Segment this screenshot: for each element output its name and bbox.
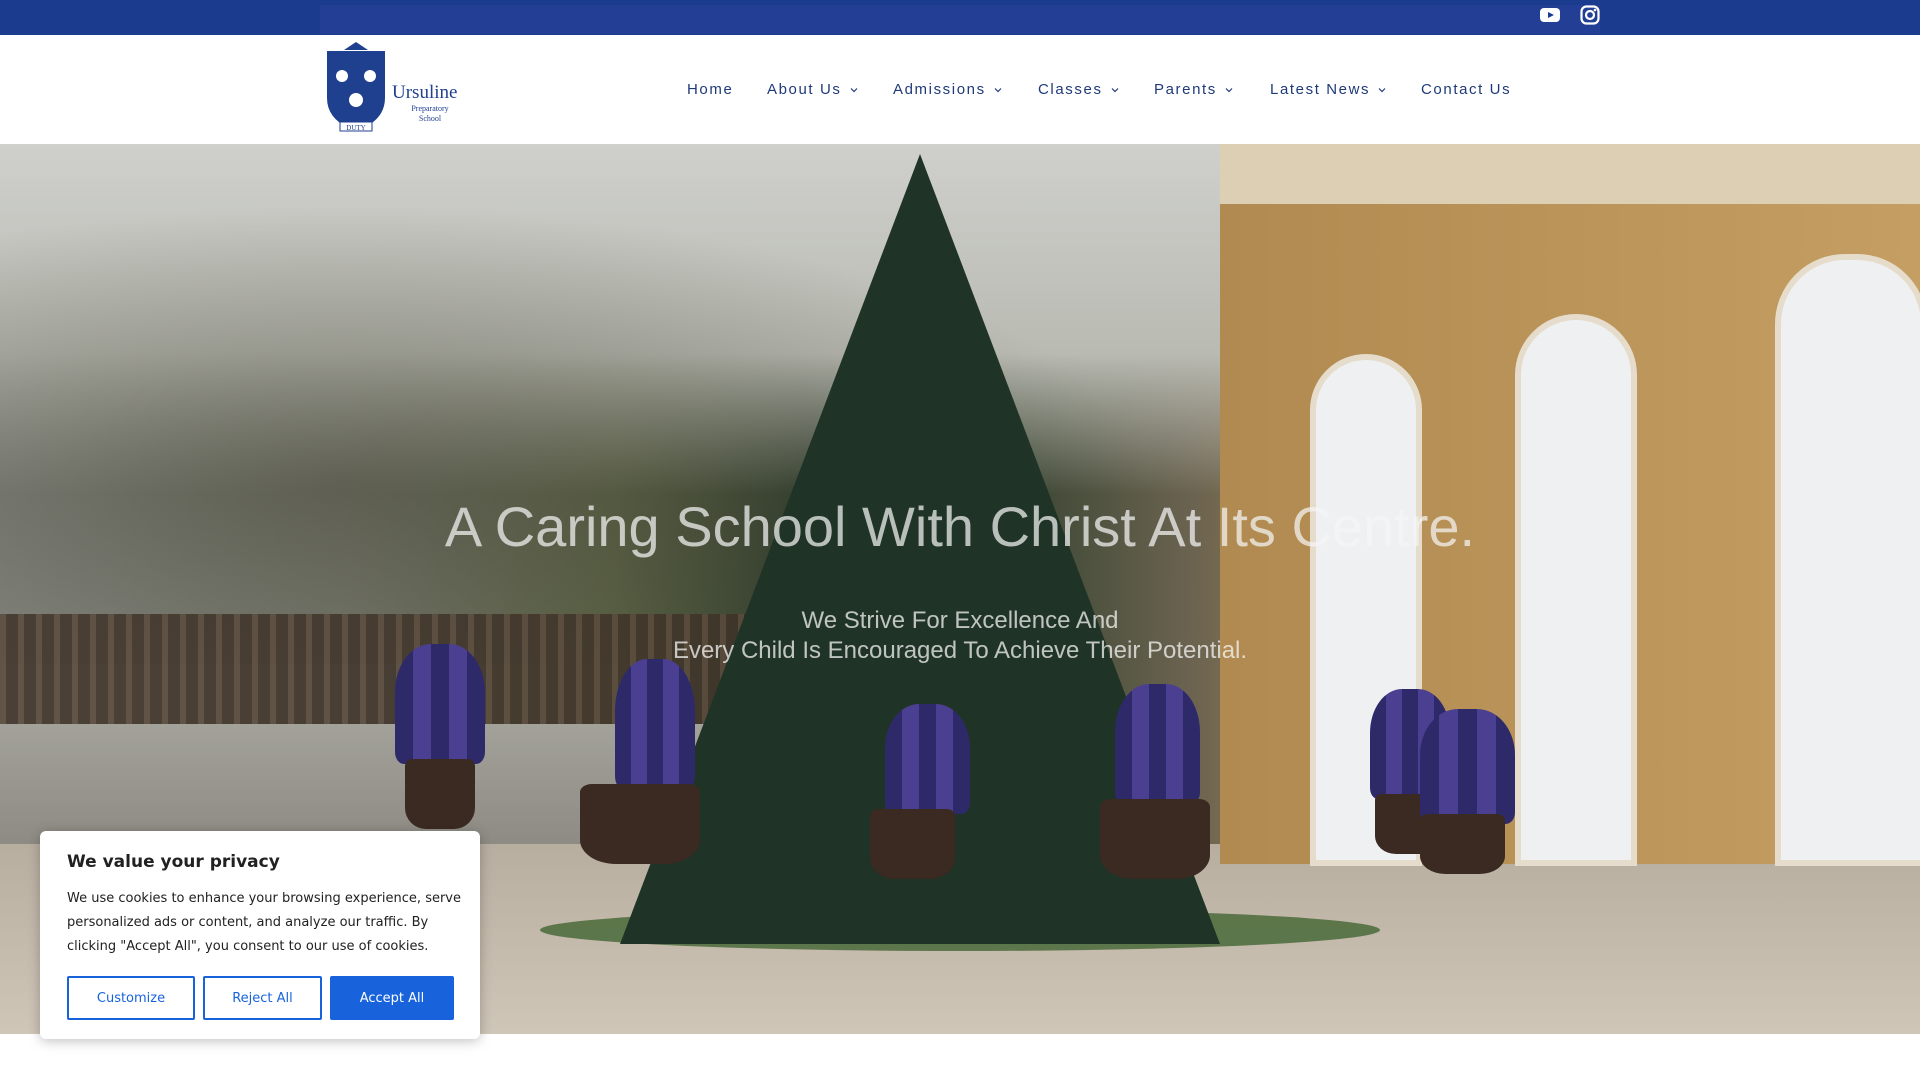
logo-subtitle: Preparatory School (411, 104, 449, 123)
child-skirt (1100, 799, 1210, 879)
hero-building-top (1220, 144, 1920, 204)
cookie-description: We use cookies to enhance your browsing … (67, 891, 461, 954)
crest-icon: DUTY (327, 42, 385, 132)
child-figure (885, 704, 970, 814)
school-logo[interactable]: DUTY Ursuline Preparatory School (320, 40, 470, 135)
instagram-icon[interactable] (1579, 4, 1601, 26)
child-figure (1115, 684, 1200, 804)
nav-admissions[interactable]: Admissions (893, 81, 1002, 98)
child-skirt (870, 809, 955, 879)
building-arch (1775, 254, 1920, 866)
hero-title: A Caring School With Christ At Its Centr… (444, 495, 1476, 558)
child-skirt (405, 759, 475, 829)
hero-subtitle: We Strive For Excellence And Every Child… (0, 606, 1920, 666)
reject-all-button[interactable]: Reject All (203, 976, 322, 1020)
nav-parents[interactable]: Parents (1154, 81, 1233, 98)
chevron-down-icon (1225, 87, 1233, 92)
child-skirt (1420, 814, 1505, 874)
chevron-down-icon (1111, 87, 1118, 92)
child-skirt (580, 784, 700, 864)
building-arch (1515, 314, 1637, 866)
chevron-down-icon (1378, 87, 1386, 92)
site-header: DUTY Ursuline Preparatory School Home Ab… (0, 35, 1920, 144)
top-bar-inner (320, 5, 1600, 34)
nav-classes[interactable]: Classes (1038, 81, 1119, 98)
nav-contact-us[interactable]: Contact Us (1421, 81, 1511, 98)
chevron-down-icon (850, 87, 857, 92)
cookie-consent-banner: We value your privacy We use cookies to … (40, 831, 480, 1039)
nav-about-us[interactable]: About Us (767, 81, 858, 98)
customize-button[interactable]: Customize (67, 976, 195, 1020)
cookie-title: We value your privacy (67, 852, 280, 872)
logo-name: Ursuline (392, 82, 458, 103)
accept-all-button[interactable]: Accept All (330, 976, 454, 1020)
hero-subtitle-line-1: We Strive For Excellence And (801, 607, 1119, 634)
child-figure (1420, 709, 1515, 824)
hero-subtitle-line-2: Every Child Is Encouraged To Achieve The… (672, 637, 1248, 664)
child-figure (615, 659, 695, 789)
svg-text:DUTY: DUTY (346, 124, 365, 132)
nav-latest-news[interactable]: Latest News (1270, 81, 1386, 98)
chevron-down-icon (994, 87, 1002, 92)
nav-home[interactable]: Home (687, 81, 733, 98)
youtube-icon[interactable] (1539, 4, 1561, 26)
top-bar (0, 0, 1920, 35)
